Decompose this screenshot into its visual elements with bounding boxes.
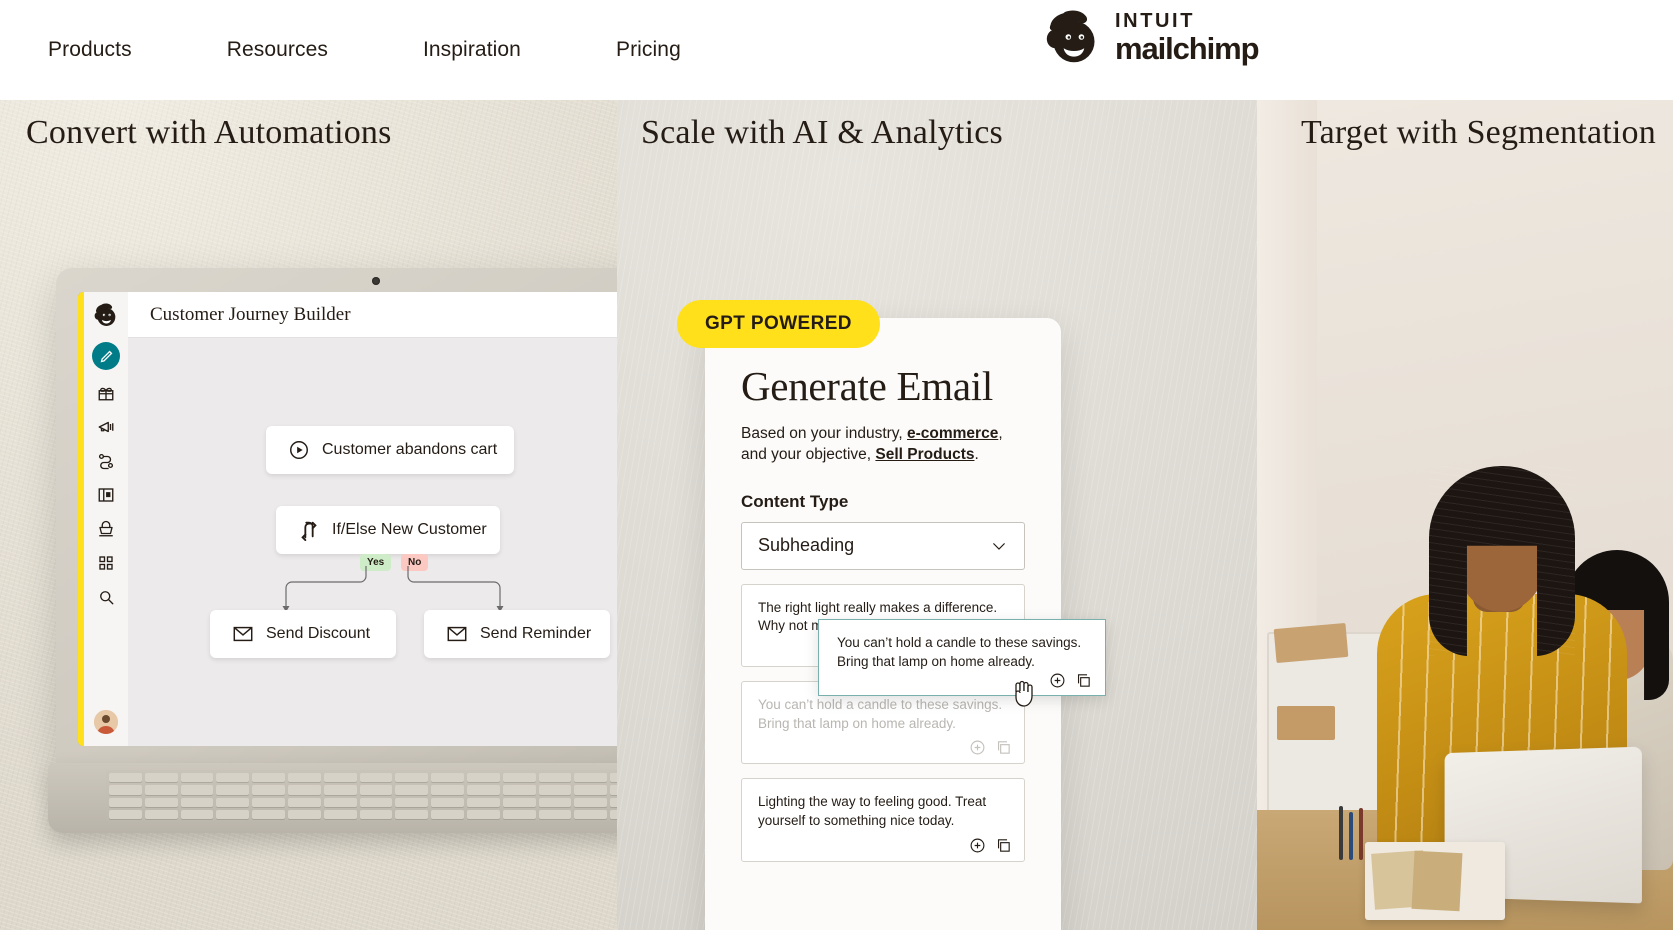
photo-envelope	[1411, 850, 1463, 912]
content-type-value: Subheading	[758, 535, 855, 556]
add-circle-icon[interactable]	[969, 739, 986, 756]
branch-connectors	[282, 566, 504, 612]
journey-node-label: Send Reminder	[480, 625, 592, 642]
pencil-icon[interactable]	[92, 342, 120, 370]
app-sidebar	[84, 292, 128, 746]
generate-email-heading: Generate Email	[741, 363, 993, 409]
industry-link[interactable]: e-commerce	[907, 425, 998, 442]
keyboard-row	[109, 785, 617, 795]
mailchimp-logo-icon[interactable]	[93, 302, 119, 328]
grid-icon[interactable]	[95, 552, 117, 574]
gpt-powered-badge: GPT POWERED	[677, 300, 880, 348]
chevron-down-icon	[993, 542, 1005, 550]
mailchimp-freddie-icon	[1046, 10, 1095, 63]
suggestion-line-2: yourself to something nice today.	[758, 812, 955, 828]
webcam-icon	[372, 277, 380, 285]
top-navigation: Products Resources Inspiration Pricing I…	[0, 0, 1673, 100]
logo-wordmark: INTUIT mailchimp	[1115, 9, 1260, 66]
feature-panels: Convert with Automations Customer Journe…	[0, 100, 1673, 930]
dragged-card-actions	[1049, 672, 1092, 689]
keyboard-row	[109, 797, 617, 807]
journey-node-trigger[interactable]: Customer abandons cart	[266, 426, 514, 474]
journey-node-send-reminder[interactable]: Send Reminder	[424, 610, 610, 658]
photo-box	[1273, 622, 1349, 664]
app-topbar: Customer Journey Builder	[128, 292, 617, 338]
journey-node-label: Customer abandons cart	[322, 441, 498, 458]
laptop-lid: Customer Journey Builder Customer abando…	[56, 268, 617, 768]
nav-link-products[interactable]: Products	[48, 38, 132, 62]
subtext-prefix: Based on your industry,	[741, 425, 907, 442]
generate-email-subtext: Based on your industry, e-commerce, and …	[741, 424, 1025, 466]
panel-title-ai: Scale with AI & Analytics	[641, 114, 1003, 151]
dragged-line-2: Bring that lamp on home already.	[837, 653, 1035, 669]
add-circle-icon[interactable]	[969, 837, 986, 854]
cart-icon[interactable]	[95, 518, 117, 540]
panel-automations[interactable]: Convert with Automations Customer Journe…	[0, 100, 617, 930]
grab-hand-cursor	[1015, 680, 1033, 707]
panel-ai-analytics[interactable]: Scale with AI & Analytics GPT POWERED Ge…	[617, 100, 1257, 930]
nav-link-resources[interactable]: Resources	[227, 38, 328, 62]
nav-link-pricing[interactable]: Pricing	[616, 38, 681, 62]
megaphone-icon[interactable]	[95, 416, 117, 438]
app-main: Customer Journey Builder Customer abando…	[128, 292, 617, 746]
envelope-icon	[233, 626, 253, 642]
logo-mailchimp-text: mailchimp	[1115, 30, 1260, 66]
gift-icon[interactable]	[95, 382, 117, 404]
play-circle-icon	[290, 441, 308, 459]
avatar-image	[94, 710, 118, 734]
journey-builder-app: Customer Journey Builder Customer abando…	[78, 292, 617, 746]
journey-builder-title: Customer Journey Builder	[150, 303, 351, 325]
keyboard-row	[109, 809, 617, 819]
content-type-label: Content Type	[741, 491, 849, 511]
add-circle-icon[interactable]	[1049, 672, 1066, 689]
suggestion-line-1: The right light really makes a differenc…	[758, 599, 998, 615]
content-type-select[interactable]: Subheading	[741, 521, 1025, 570]
envelope-icon	[447, 626, 467, 642]
journey-node-send-discount[interactable]: Send Discount	[210, 610, 396, 658]
keyboard-row	[109, 773, 617, 783]
office-photo	[1257, 100, 1673, 930]
dragged-suggestion-card[interactable]: You can’t hold a candle to these savings…	[818, 619, 1106, 696]
suggestion-line-2: Bring that lamp on home already.	[758, 715, 956, 731]
intuit-mailchimp-logo[interactable]: INTUIT mailchimp	[1043, 8, 1260, 66]
suggestion-line-1: You can’t hold a candle to these savings…	[758, 697, 1003, 713]
branch-icon	[301, 521, 317, 541]
automation-icon[interactable]	[95, 450, 117, 472]
panel-segmentation[interactable]: Target with Segmentation	[1257, 100, 1673, 930]
subtext-suffix: .	[974, 445, 979, 463]
avatar[interactable]	[94, 710, 118, 734]
laptop-screen: Customer Journey Builder Customer abando…	[78, 292, 617, 746]
laptop-keyboard	[106, 770, 617, 822]
suggestion-card-3[interactable]: Lighting the way to feeling good. Treat …	[741, 778, 1025, 862]
journey-canvas[interactable]: Customer abandons cart If/Else New Custo…	[128, 338, 617, 746]
suggestion-actions	[969, 837, 1012, 854]
template-icon[interactable]	[95, 484, 117, 506]
copy-icon[interactable]	[995, 739, 1012, 756]
nav-link-inspiration[interactable]: Inspiration	[423, 38, 521, 62]
photo-box	[1277, 706, 1335, 740]
panel-title-segmentation: Target with Segmentation	[1301, 114, 1656, 151]
nav-links: Products Resources Inspiration Pricing	[0, 38, 681, 62]
journey-node-ifelse[interactable]: If/Else New Customer	[276, 506, 500, 554]
suggestion-actions	[969, 739, 1012, 756]
laptop-illustration: Customer Journey Builder Customer abando…	[48, 268, 617, 833]
logo-intuit-text: INTUIT	[1115, 9, 1196, 32]
copy-icon[interactable]	[1075, 672, 1092, 689]
panel-title-automations: Convert with Automations	[26, 114, 392, 151]
objective-link[interactable]: Sell Products	[875, 446, 974, 463]
copy-icon[interactable]	[995, 837, 1012, 854]
journey-node-label: Send Discount	[266, 625, 371, 642]
suggestion-line-1: Lighting the way to feeling good. Treat	[758, 794, 987, 810]
journey-node-label: If/Else New Customer	[332, 521, 487, 538]
search-icon[interactable]	[95, 586, 117, 608]
dragged-line-1: You can’t hold a candle to these savings…	[837, 635, 1082, 650]
